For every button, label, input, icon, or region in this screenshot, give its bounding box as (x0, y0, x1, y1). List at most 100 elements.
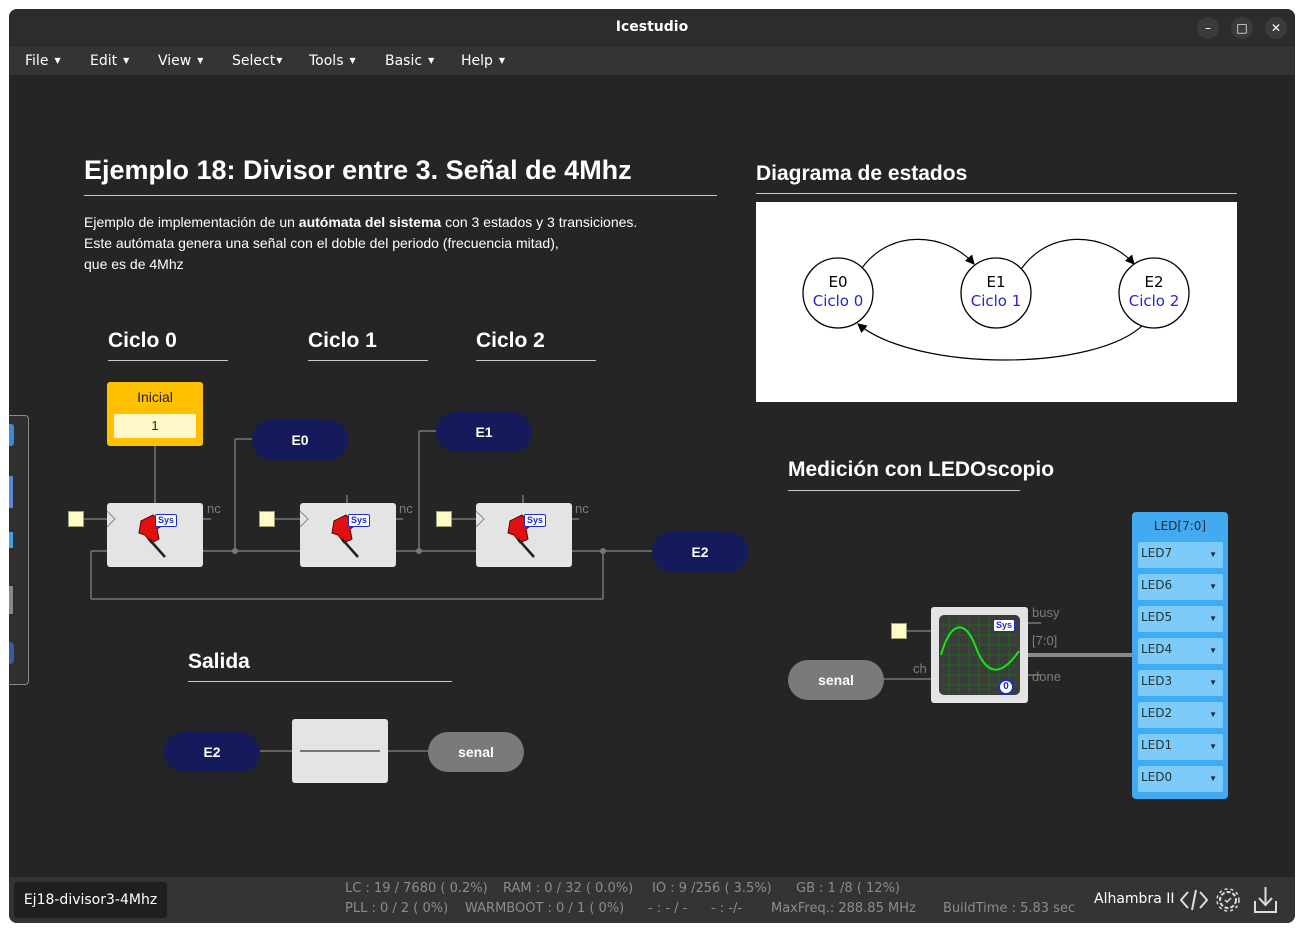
wire-block[interactable] (292, 719, 388, 783)
upload-icon[interactable] (1253, 885, 1279, 915)
status-bar: Ej18-divisor3-4Mhz LC : 19 / 7680 ( 0.2%… (9, 877, 1295, 923)
led-select-5[interactable]: LED5 ▼ (1138, 606, 1223, 632)
nc-label-1: nc (399, 501, 413, 516)
stat-pll: PLL : 0 / 2 ( 0%) (345, 901, 449, 916)
ledoscope-block[interactable]: Sys 0 (931, 607, 1028, 703)
label-e1[interactable]: E1 (436, 412, 532, 452)
page-title: Ejemplo 18: Divisor entre 3. Señal de 4M… (84, 155, 632, 185)
design-canvas[interactable]: Ejemplo 18: Divisor entre 3. Señal de 4M… (9, 75, 1295, 877)
state-e1-name: E1 (986, 273, 1006, 291)
maximize-icon[interactable]: □ (1231, 17, 1253, 39)
menu-file[interactable]: File ▼ (25, 53, 61, 69)
dock-handle[interactable] (9, 424, 14, 446)
description: Ejemplo de implementación de un autómata… (84, 214, 638, 272)
sys-badge: Sys (348, 514, 371, 527)
board-name[interactable]: Alhambra II (1094, 891, 1175, 907)
stat-io: IO : 9 /256 ( 3.5%) (652, 881, 772, 896)
led-select-4[interactable]: LED4 ▼ (1138, 638, 1223, 664)
stat-dash1: - : - / - (648, 901, 688, 916)
state-e1-sub: Ciclo 1 (970, 292, 1022, 310)
minimize-icon[interactable]: – (1197, 17, 1219, 39)
close-icon[interactable]: ✕ (1265, 17, 1287, 39)
ciclo-1-title: Ciclo 1 (308, 329, 377, 352)
salida-underline (188, 681, 452, 682)
dock-handle[interactable] (9, 532, 13, 548)
stat-lc: LC : 19 / 7680 ( 0.2%) (345, 881, 488, 896)
dock-handle[interactable] (9, 642, 14, 664)
nc-label-2: nc (575, 501, 589, 516)
ledoscope-input-senal[interactable]: senal (788, 660, 884, 700)
inicial-constant-block[interactable]: Inicial 1 (107, 382, 203, 446)
ciclo-1-underline (308, 360, 428, 361)
stat-buildtime: BuildTime : 5.83 sec (943, 901, 1076, 916)
clock-input-2[interactable] (436, 511, 452, 527)
ciclo-2-underline (476, 360, 596, 361)
state-e0-sub: Ciclo 0 (812, 292, 864, 310)
ledoscope-title: Medición con LEDOscopio (788, 458, 1055, 481)
state-e0-name: E0 (828, 273, 848, 291)
nc-label-0: nc (207, 501, 221, 516)
menu-edit[interactable]: Edit ▼ (90, 53, 129, 69)
dff-block-2[interactable]: Sys (476, 503, 572, 567)
menu-bar: File ▼ Edit ▼ View ▼ Select▼ Tools ▼ Basic ▼ … (9, 47, 1295, 75)
menu-view[interactable]: View ▼ (158, 53, 203, 69)
ledoscope-clock-input[interactable] (891, 623, 907, 639)
window-title: Icestudio (615, 19, 689, 35)
dock-handle[interactable] (9, 476, 13, 508)
project-tab[interactable]: Ej18-divisor3-4Mhz (14, 882, 167, 918)
stat-warmboot: WARMBOOT : 0 / 1 ( 0%) (465, 901, 625, 916)
led-select-3[interactable]: LED3 ▼ (1138, 670, 1223, 696)
wire-line (300, 750, 380, 752)
stat-dash2: - : -/- (711, 901, 743, 916)
state-e2-sub: Ciclo 2 (1128, 292, 1180, 310)
salida-title: Salida (188, 650, 250, 673)
ch-label: ch (913, 661, 927, 676)
inicial-label: Inicial (137, 389, 173, 405)
menu-help[interactable]: Help ▼ (461, 53, 505, 69)
label-e2[interactable]: E2 (652, 532, 748, 572)
stat-maxfreq: MaxFreq.: 288.85 MHz (771, 901, 916, 916)
ciclo-2-title: Ciclo 2 (476, 329, 545, 352)
inicial-value-field[interactable]: 1 (114, 414, 196, 438)
sys-badge: Sys (993, 619, 1016, 632)
clock-edge-icon (476, 511, 485, 527)
stat-ram: RAM : 0 / 32 ( 0.0%) (503, 881, 634, 896)
led-select-7[interactable]: LED7 ▼ (1138, 542, 1223, 568)
ciclo-0-title: Ciclo 0 (108, 329, 177, 352)
clock-edge-icon (300, 511, 309, 527)
ledoscope-underline (788, 490, 1020, 491)
left-toolbar-dock[interactable] (9, 415, 29, 685)
dff-block-1[interactable]: Sys (300, 503, 396, 567)
dff-block-0[interactable]: Sys (107, 503, 203, 567)
led-select-0[interactable]: LED0 ▼ (1138, 766, 1223, 792)
dock-handle[interactable] (9, 586, 13, 614)
bus-label: [7:0] (1032, 633, 1058, 648)
sys-badge: Sys (524, 514, 547, 527)
menu-basic[interactable]: Basic ▼ (385, 53, 434, 69)
diagram-title: Diagrama de estados (756, 162, 968, 185)
clock-edge-icon (107, 511, 116, 527)
salida-output-senal[interactable]: senal (428, 732, 524, 772)
led-select-1[interactable]: LED1 ▼ (1138, 734, 1223, 760)
salida-input-e2[interactable]: E2 (164, 732, 260, 772)
ciclo-0-underline (108, 360, 228, 361)
code-icon[interactable] (1180, 889, 1208, 911)
state-diagram: E0 Ciclo 0 E1 Ciclo 1 E2 Ciclo 2 (756, 202, 1237, 402)
stat-gb: GB : 1 /8 ( 12%) (796, 881, 900, 896)
clock-input-0[interactable] (68, 511, 84, 527)
verify-gear-icon[interactable] (1215, 887, 1241, 913)
led-output-panel[interactable]: LED[7:0] LED7 ▼ LED6 ▼ LED5 ▼ LED4 ▼ LED3 ▼ L… (1132, 512, 1228, 799)
counter-badge: 0 (998, 679, 1014, 695)
sys-badge: Sys (155, 514, 178, 527)
led-select-6[interactable]: LED6 ▼ (1138, 574, 1223, 600)
menu-select[interactable]: Select▼ (232, 53, 282, 69)
title-bar: Icestudio – □ ✕ (9, 9, 1295, 47)
clock-input-1[interactable] (259, 511, 275, 527)
done-label: done (1032, 669, 1061, 684)
led-select-2[interactable]: LED2 ▼ (1138, 702, 1223, 728)
busy-label: busy (1032, 605, 1060, 620)
title-underline (84, 195, 717, 196)
menu-tools[interactable]: Tools ▼ (309, 53, 356, 69)
app-window: Icestudio – □ ✕ File ▼ Edit ▼ View ▼ Select… (9, 9, 1295, 923)
label-e0[interactable]: E0 (252, 420, 348, 460)
